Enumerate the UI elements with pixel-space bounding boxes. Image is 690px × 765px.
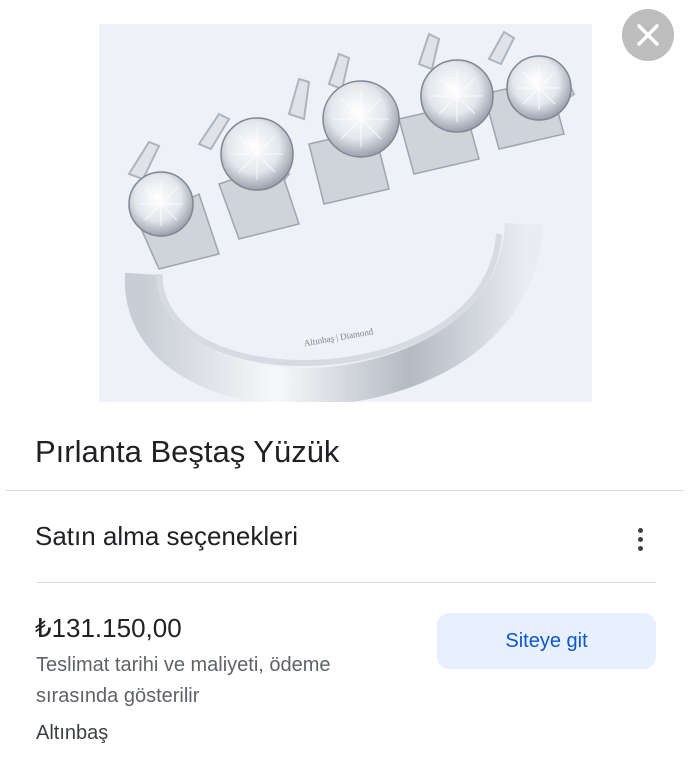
more-options-button[interactable]: [622, 521, 658, 557]
close-button[interactable]: [622, 9, 674, 61]
seller-name: Altınbaş: [36, 722, 109, 744]
more-vert-icon: [637, 527, 643, 533]
more-vert-icon-dot: [637, 536, 643, 542]
engraving-text: Altınbaş | Diamond: [303, 326, 374, 348]
close-icon: [637, 24, 659, 46]
price: ₺131.150,00: [35, 613, 182, 643]
divider: [36, 582, 656, 583]
product-image[interactable]: Altınbaş | Diamond: [99, 24, 592, 402]
ring-image: Altınbaş | Diamond: [124, 30, 576, 402]
divider: [6, 490, 684, 491]
visit-site-button[interactable]: Siteye git: [437, 613, 656, 669]
product-title: Pırlanta Beştaş Yüzük: [35, 434, 340, 469]
delivery-note: Teslimat tarihi ve maliyeti, ödeme sıras…: [36, 654, 331, 707]
more-vert-icon-dot: [637, 545, 643, 551]
purchase-options-title: Satın alma seçenekleri: [35, 521, 299, 551]
